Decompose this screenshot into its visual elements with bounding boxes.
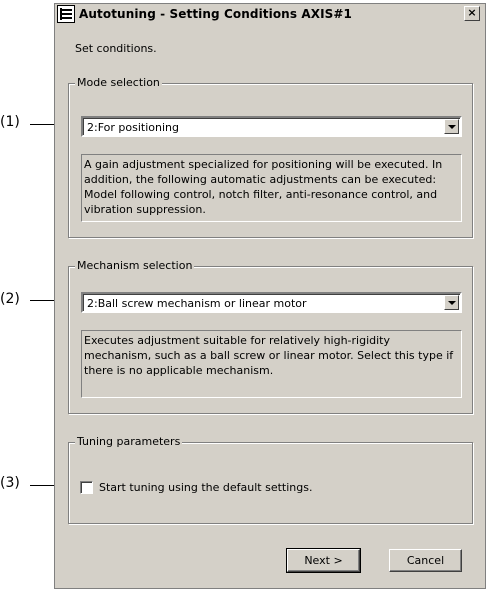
mode-select[interactable]: 2:For positioning	[81, 116, 462, 137]
chevron-down-icon[interactable]	[444, 119, 459, 134]
mode-select-value: 2:For positioning	[87, 121, 179, 134]
app-icon[interactable]	[57, 5, 75, 23]
mode-selection-group: Mode selection 2:For positioning A gain …	[68, 76, 473, 238]
window-title: Autotuning - Setting Conditions AXIS#1	[79, 7, 352, 21]
mode-description: A gain adjustment specialized for positi…	[81, 154, 462, 222]
default-settings-label[interactable]: Start tuning using the default settings.	[99, 481, 312, 494]
cancel-button[interactable]: Cancel	[389, 549, 462, 572]
close-button[interactable]: ×	[464, 6, 480, 21]
mechanism-description: Executes adjustment suitable for relativ…	[81, 330, 462, 398]
title-bar[interactable]: Autotuning - Setting Conditions AXIS#1 ×	[55, 4, 485, 25]
default-settings-checkbox[interactable]	[80, 481, 93, 494]
callout-1: (1)	[0, 114, 20, 130]
mechanism-select-value: 2:Ball screw mechanism or linear motor	[87, 297, 307, 310]
tuning-parameters-group: Tuning parameters Start tuning using the…	[68, 435, 473, 524]
mechanism-selection-group: Mechanism selection 2:Ball screw mechani…	[68, 259, 473, 414]
autotuning-dialog: Autotuning - Setting Conditions AXIS#1 ×…	[54, 3, 486, 589]
mode-selection-legend: Mode selection	[75, 76, 162, 89]
tuning-parameters-legend: Tuning parameters	[75, 435, 183, 448]
instruction-text: Set conditions.	[75, 42, 157, 55]
next-button[interactable]: Next >	[286, 548, 361, 573]
callout-3: (3)	[0, 475, 20, 491]
mechanism-selection-legend: Mechanism selection	[75, 259, 195, 272]
mechanism-select[interactable]: 2:Ball screw mechanism or linear motor	[81, 292, 462, 313]
callout-2: (2)	[0, 291, 20, 307]
chevron-down-icon[interactable]	[444, 295, 459, 310]
